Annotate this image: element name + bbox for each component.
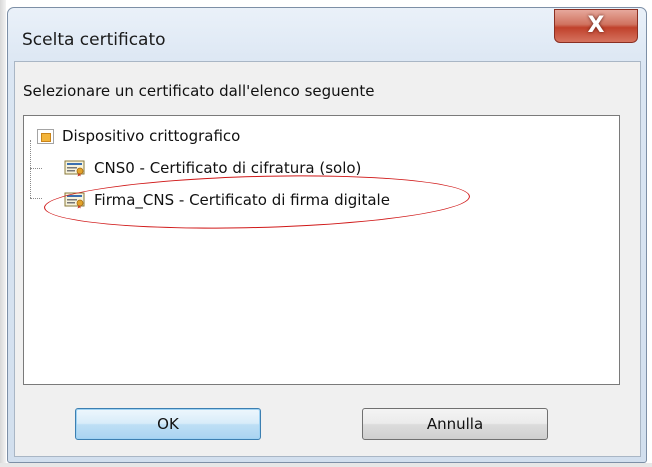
instruction-label: Selezionare un certificato dall'elenco s…	[23, 82, 375, 100]
screenshot-frame: Scelta certificato X Selezionare un cert…	[0, 0, 652, 467]
ok-button[interactable]: OK	[75, 408, 261, 440]
tree-connector	[30, 140, 31, 198]
dialog-title: Scelta certificato	[22, 30, 166, 50]
tree-connector	[30, 198, 42, 199]
certificate-label: CNS0 - Certificato di cifratura (solo)	[94, 159, 362, 177]
tree-root-item[interactable]: Dispositivo crittografico	[37, 125, 240, 147]
background-edge	[0, 463, 652, 467]
tree-root-label: Dispositivo crittografico	[62, 127, 241, 145]
certificate-icon	[64, 160, 85, 176]
close-icon: X	[587, 13, 605, 38]
close-button[interactable]: X	[554, 9, 638, 43]
tree-connector	[30, 168, 42, 169]
cancel-button[interactable]: Annulla	[362, 408, 548, 440]
background-edge	[0, 0, 6, 467]
certificate-tree[interactable]	[23, 115, 620, 385]
smartcard-device-icon	[37, 128, 54, 144]
title-bar[interactable]: Scelta certificato X	[8, 8, 646, 58]
